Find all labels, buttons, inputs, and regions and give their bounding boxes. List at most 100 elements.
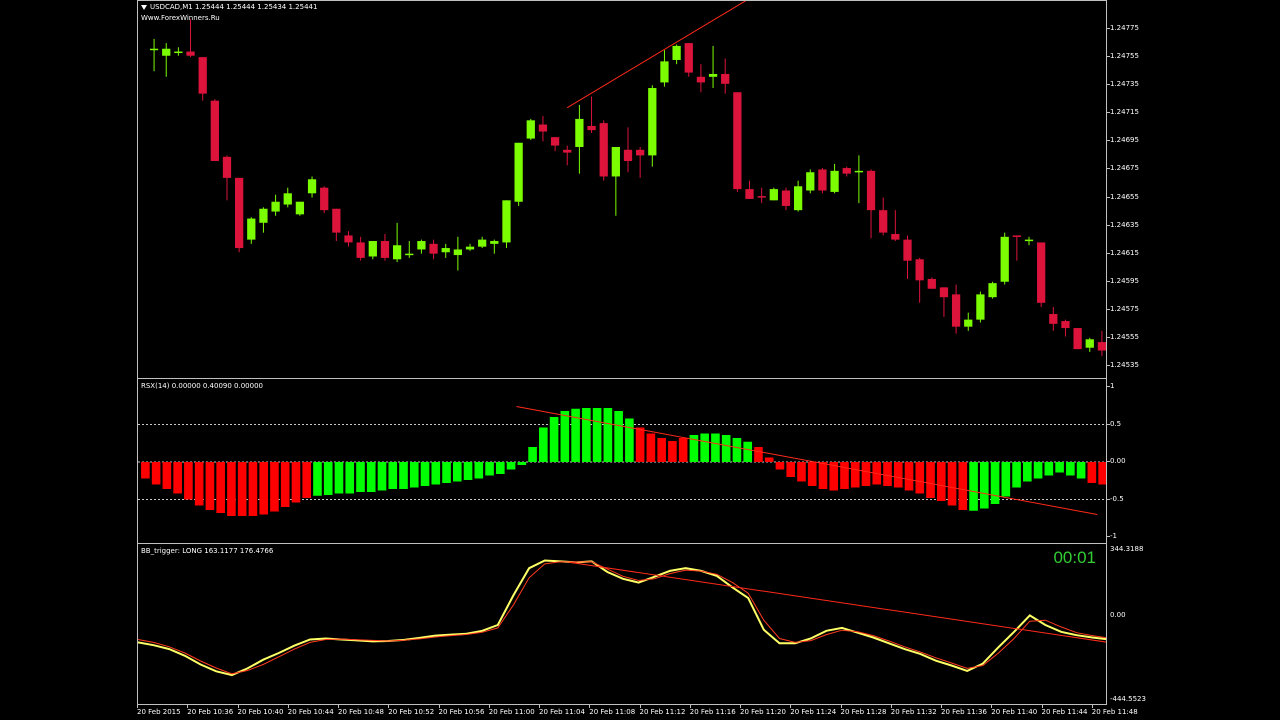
watermark: Www.ForexWinners.Ru <box>141 14 220 22</box>
rsx-bar <box>1044 462 1054 476</box>
rsx-bar <box>807 462 817 486</box>
rsx-bar <box>936 462 946 501</box>
rsx-bar <box>539 427 548 462</box>
chart-window[interactable]: USDCAD,M1 1.25444 1.25444 1.25434 1.2544… <box>137 0 1146 720</box>
rsx-bar <box>754 447 763 462</box>
time-axis-label: 20 Feb 11:32 <box>890 708 937 716</box>
candle-body <box>174 51 183 54</box>
symbol-header[interactable]: USDCAD,M1 1.25444 1.25444 1.25434 1.2544… <box>141 3 317 11</box>
rsx-axis-label: -0.5 <box>1110 494 1124 503</box>
time-axis-label: 20 Feb 10:40 <box>237 708 284 716</box>
candle-body <box>721 73 730 84</box>
rsx-bar <box>431 462 441 485</box>
candle-body <box>490 241 499 244</box>
candle-body <box>733 92 742 190</box>
bb-trendline <box>567 561 1106 643</box>
rsx-bar <box>980 462 989 509</box>
rsx-bar <box>904 462 914 491</box>
price-axis-label: 1.24695 <box>1110 136 1139 145</box>
candle-body <box>198 57 207 94</box>
candle-body <box>332 208 341 233</box>
price-axis[interactable]: 1.24775 1.24755 1.24735 1.24715 1.24695 1.246… <box>1107 0 1142 379</box>
candle-body <box>235 177 244 249</box>
candle-body <box>405 253 414 256</box>
candle-body <box>380 241 390 258</box>
candle-body <box>660 61 669 83</box>
rsx-bar <box>1055 462 1064 473</box>
time-axis-label: 20 Feb 10:52 <box>388 708 435 716</box>
rsx-bar <box>291 462 301 503</box>
price-axis-label: 1.24735 <box>1110 80 1139 89</box>
rsx-bar <box>711 433 720 462</box>
rsx-bar <box>700 433 709 462</box>
rsx-bar <box>850 462 860 488</box>
candle-body <box>526 120 535 139</box>
bb-axis-label: 0.00 <box>1110 611 1126 620</box>
rsx-bar <box>657 438 666 462</box>
rsx-bar <box>323 462 333 495</box>
rsx-axis-label: 1 <box>1110 382 1115 390</box>
candle-body <box>672 45 681 60</box>
candle-body <box>417 241 426 250</box>
rsx-bar <box>678 438 688 462</box>
rsx-bar <box>216 462 225 513</box>
time-axis-label: 20 Feb 10:44 <box>287 708 334 716</box>
rsx-bar <box>474 462 484 479</box>
rsx-bar <box>743 441 752 462</box>
price-axis-label: 1.24575 <box>1110 304 1139 313</box>
candle-body <box>854 170 864 173</box>
candle-body <box>295 201 305 215</box>
candle-body <box>830 170 839 192</box>
price-pane[interactable]: USDCAD,M1 1.25444 1.25444 1.25434 1.2544… <box>137 0 1107 379</box>
price-axis-label: 1.24635 <box>1110 220 1139 229</box>
price-axis-label: 1.24555 <box>1110 332 1139 341</box>
candle-body <box>1073 328 1082 350</box>
rsx-axis[interactable]: 1 0.5 0.00 -0.5 -1 <box>1107 378 1142 544</box>
rsx-bar <box>173 462 182 494</box>
price-axis-label: 1.24775 <box>1110 24 1139 33</box>
candle-body <box>951 294 961 327</box>
candle-body <box>903 239 912 261</box>
rsx-bar <box>442 462 451 483</box>
rsx-bar <box>141 462 150 479</box>
rsx-bar <box>840 462 849 489</box>
candle-body <box>976 294 985 320</box>
candle-body <box>757 196 766 198</box>
rsx-bar <box>818 462 828 489</box>
rsx-bar <box>861 462 871 486</box>
bb-axis[interactable]: 344.3188 0.00 -444.5523 <box>1107 543 1146 705</box>
price-axis-label: 1.24655 <box>1110 192 1139 201</box>
rsx-bar <box>356 462 365 492</box>
candle-body <box>636 149 645 156</box>
rsx-bar <box>399 462 408 489</box>
rsx-bar <box>1033 462 1043 479</box>
rsx-bar <box>151 462 161 485</box>
candle-body <box>793 186 803 211</box>
candle-body <box>842 168 851 174</box>
rsx-bar <box>248 462 258 516</box>
rsx-bar <box>1012 462 1021 488</box>
bb-trigger-pane[interactable]: BB_trigger: LONG 163.1177 176.4766 00:01 <box>137 543 1107 705</box>
candle-body <box>648 88 657 156</box>
candle-body <box>915 259 924 281</box>
candle-body <box>247 218 256 240</box>
time-axis-label: 20 Feb 11:40 <box>991 708 1038 716</box>
rsx-bar <box>614 411 623 462</box>
candle-body <box>1000 236 1009 282</box>
candle-body <box>550 137 560 146</box>
candle-body <box>879 210 888 233</box>
dropdown-triangle-icon[interactable] <box>141 4 147 10</box>
candlestick-chart <box>149 1 1106 357</box>
time-axis[interactable]: 20 Feb 2015 20 Feb 10:36 20 Feb 10:40 20 Fe… <box>137 705 1142 720</box>
rsx-bar <box>582 408 591 462</box>
rsx-bar <box>668 441 677 462</box>
candle-body <box>149 48 159 51</box>
rsx-bar <box>732 438 742 462</box>
candle-body <box>964 319 973 327</box>
time-axis-label: 20 Feb 10:36 <box>187 708 234 716</box>
rsx-bar <box>302 462 312 498</box>
rsx-bar <box>947 462 957 506</box>
rsx-bar <box>313 462 322 496</box>
rsx-pane[interactable]: RSX(14) 0.00000 0.40090 0.00000 <box>137 378 1107 544</box>
rsx-bar <box>420 462 430 486</box>
